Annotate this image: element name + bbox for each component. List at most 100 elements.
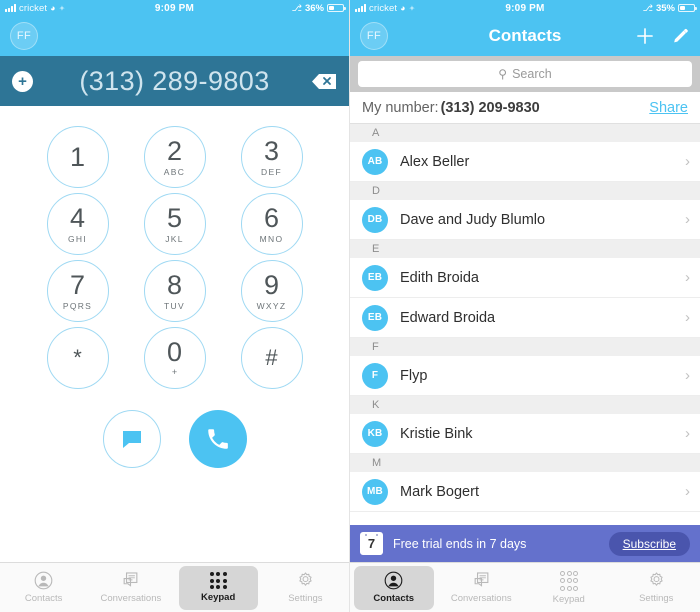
key-plus-label: + [171, 367, 178, 377]
key-8[interactable]: 8 TUV [143, 260, 206, 322]
contact-avatar: AB [362, 148, 388, 175]
contact-name: Mark Bogert [400, 483, 479, 500]
contact-avatar: EB [362, 304, 388, 331]
key-0[interactable]: 0 + [143, 327, 206, 389]
chat-pages-icon [123, 572, 138, 587]
backspace-icon[interactable] [311, 73, 337, 90]
contact-name: Dave and Judy Blumlo [400, 211, 546, 228]
chevron-right-icon: › [685, 269, 690, 286]
message-bubble-icon [122, 431, 141, 448]
status-right-group: ⎇ 35% [643, 3, 697, 14]
subscribe-button[interactable]: Subscribe [608, 531, 690, 556]
section-header-a: A [350, 124, 700, 142]
key-9[interactable]: 9 WXYZ [240, 260, 303, 322]
table-row[interactable]: EB Edith Broida › [350, 258, 700, 298]
contact-name: Kristie Bink [400, 425, 473, 442]
key-star[interactable]: * [46, 327, 109, 389]
share-link[interactable]: Share [649, 100, 688, 116]
dialed-number-display: (313) 289-9803 [79, 65, 270, 96]
table-row[interactable]: F Flyp › [350, 356, 700, 396]
my-number-label: My number: [362, 99, 439, 116]
contact-avatar: EB [362, 264, 388, 291]
key-digit: 8 [166, 269, 183, 300]
tab-conversations[interactable]: Conversations [442, 566, 522, 610]
tab-keypad[interactable]: Keypad [178, 565, 258, 610]
key-letters: JKL [165, 233, 184, 244]
battery-icon [327, 4, 346, 12]
tab-label: Contacts [373, 593, 415, 604]
contact-name: Edward Broida [400, 309, 496, 326]
keypad-row-3: 7 PQRS 8 TUV 9 WXYZ [46, 260, 303, 322]
tab-keypad[interactable]: Keypad [529, 566, 609, 610]
keypad-screen: cricket ◕ ✦ 9:09 PM ⎇ 36% FF + (313) 289… [0, 0, 350, 612]
my-number-row: My number: (313) 209-9830 Share [350, 92, 700, 124]
tab-settings[interactable]: Settings [617, 566, 697, 610]
section-header-m: M [350, 454, 700, 472]
keypad-dots-icon [209, 572, 227, 589]
search-input[interactable]: ⚲ Search [358, 61, 692, 87]
gear-icon [299, 572, 312, 586]
dial-keypad: 1 2 ABC 3 DEF 4 GHI 5 JKL 6 MNO 7 PQRS 8… [0, 106, 349, 468]
key-4[interactable]: 4 GHI [46, 193, 109, 255]
key-digit: * [73, 345, 82, 370]
key-5[interactable]: 5 JKL [143, 193, 206, 255]
key-2[interactable]: 2 ABC [143, 126, 206, 188]
plus-icon[interactable] [635, 26, 655, 46]
avatar[interactable]: FF [10, 22, 38, 50]
battery-percent-label: 36% [304, 2, 324, 14]
plus-circle-icon[interactable]: + [12, 70, 33, 92]
tab-label: Settings [288, 593, 323, 604]
key-1[interactable]: 1 [46, 126, 109, 188]
key-letters: TUV [164, 300, 185, 311]
my-number-value: (313) 209-9830 [440, 99, 540, 116]
keypad-navbar: FF [0, 16, 349, 56]
dial-bar: + (313) 289-9803 [0, 56, 349, 106]
contact-avatar: KB [362, 420, 388, 447]
keypad-row-4: * 0 + # [46, 327, 303, 389]
table-row[interactable]: EB Edward Broida › [350, 298, 700, 338]
pencil-icon[interactable] [671, 27, 690, 46]
trial-message: Free trial ends in 7 days [393, 536, 527, 551]
keypad-row-1: 1 2 ABC 3 DEF [46, 126, 303, 188]
tab-conversations[interactable]: Conversations [91, 566, 170, 610]
status-right-group: ⎇ 36% [292, 2, 346, 14]
section-header-f: F [350, 338, 700, 356]
tab-contacts[interactable]: Contacts [354, 565, 434, 610]
tab-contacts[interactable]: Contacts [4, 566, 83, 610]
calendar-day: 7 [367, 536, 376, 551]
table-row[interactable]: KB Kristie Bink › [350, 414, 700, 454]
tab-bar-keypad: Contacts Conversations Keypad Settings [0, 562, 349, 612]
key-digit: 9 [263, 269, 280, 300]
keypad-dots-icon [560, 570, 579, 591]
table-row[interactable]: DB Dave and Judy Blumlo › [350, 200, 700, 240]
search-icon: ⚲ [498, 67, 508, 81]
message-button[interactable] [102, 410, 161, 468]
key-letters: WXYZ [256, 300, 287, 311]
avatar[interactable]: FF [360, 22, 388, 50]
key-digit: 7 [69, 269, 86, 300]
call-button[interactable] [188, 410, 247, 468]
contact-name: Flyp [400, 367, 428, 384]
person-icon [384, 571, 403, 590]
keypad-action-row [102, 410, 247, 468]
key-6[interactable]: 6 MNO [240, 193, 303, 255]
calendar-icon: 7 [360, 532, 383, 555]
chevron-right-icon: › [685, 211, 690, 228]
key-7[interactable]: 7 PQRS [46, 260, 109, 322]
person-icon [34, 571, 53, 590]
table-row[interactable]: AB Alex Beller › [350, 142, 700, 182]
key-letters: MNO [259, 233, 284, 244]
key-3[interactable]: 3 DEF [240, 126, 303, 188]
contact-avatar: MB [362, 478, 388, 505]
tab-label: Keypad [200, 592, 236, 603]
tab-label: Keypad [552, 593, 585, 605]
table-row[interactable]: MB Mark Bogert › [350, 472, 700, 512]
key-hash[interactable]: # [240, 327, 303, 389]
tab-settings[interactable]: Settings [266, 566, 345, 610]
chevron-right-icon: › [685, 153, 690, 170]
search-bar-container: ⚲ Search [350, 56, 700, 92]
section-header-d: D [350, 182, 700, 200]
search-placeholder: Search [512, 67, 552, 81]
key-digit: 4 [69, 202, 86, 233]
key-digit: 0 [166, 337, 183, 367]
